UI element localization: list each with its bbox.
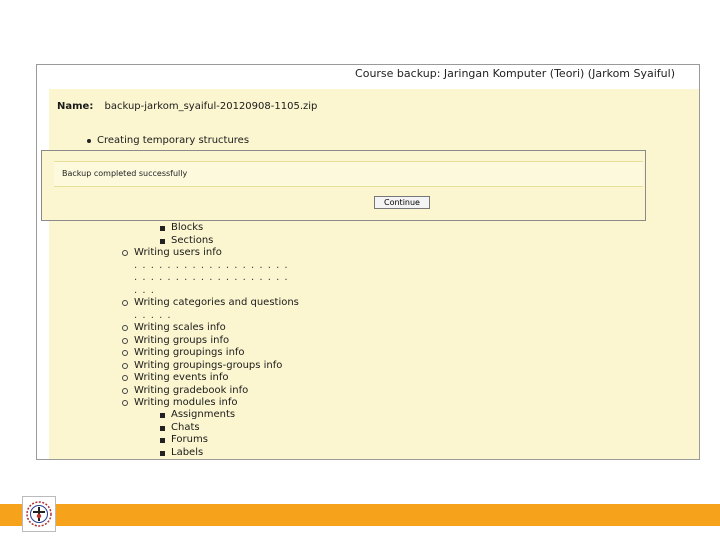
list-item: Chats xyxy=(160,422,235,435)
list-item: Blocks xyxy=(160,222,213,235)
list-item: Writing groupings info xyxy=(122,347,299,360)
progress-dots: . . . xyxy=(134,284,155,296)
name-label: Name: xyxy=(57,101,94,112)
progress-dots: . . . . . . . . . . . . . . . . . . . xyxy=(134,259,289,271)
square-bullet-icon xyxy=(160,226,165,231)
page-title: Course backup: Jaringan Komputer (Teori)… xyxy=(355,67,675,80)
list-item: Writing categories and questions xyxy=(122,297,299,310)
backup-name-row: Name: backup-jarkom_syaiful-20120908-110… xyxy=(57,101,317,112)
circle-bullet-icon xyxy=(122,300,128,306)
list-item: Forums xyxy=(160,434,235,447)
circle-bullet-icon xyxy=(122,337,128,344)
progress-dots: . . . . . xyxy=(134,309,172,321)
list-item: Assignments xyxy=(160,409,235,422)
block-step-list: Blocks Sections xyxy=(160,222,213,248)
circle-bullet-icon xyxy=(122,375,128,381)
square-bullet-icon xyxy=(160,425,165,431)
backup-file-name: backup-jarkom_syaiful-20120908-1105.zip xyxy=(104,101,318,112)
status-message-box: Backup completed successfully xyxy=(54,161,643,187)
footer-bar xyxy=(0,504,720,526)
list-item: Writing gradebook info xyxy=(122,385,299,398)
university-seal-icon xyxy=(22,496,56,532)
backup-panel: Name: backup-jarkom_syaiful-20120908-110… xyxy=(49,89,699,459)
circle-bullet-icon xyxy=(122,250,128,256)
circle-bullet-icon xyxy=(122,387,128,394)
writing-step-list: Writing users info . . . . . . . . . . .… xyxy=(122,247,299,410)
screenshot-frame: Course backup: Jaringan Komputer (Teori)… xyxy=(36,64,700,460)
progress-dots: . . . . . . . . . . . . . . . . . . . xyxy=(134,272,289,283)
module-step-list: Assignments Chats Forums Labels xyxy=(160,409,235,460)
list-item: Labels xyxy=(160,447,235,460)
top-step-list: Creating temporary structures xyxy=(87,135,249,148)
list-item: Creating temporary structures xyxy=(87,135,249,148)
circle-bullet-icon xyxy=(122,362,128,369)
continue-button[interactable]: Continue xyxy=(374,196,430,209)
list-item: Writing groups info xyxy=(122,335,299,348)
circle-bullet-icon xyxy=(122,400,128,406)
list-item: Writing scales info xyxy=(122,322,299,335)
list-item: Writing groupings-groups info xyxy=(122,360,299,373)
backup-complete-dialog: Backup completed successfully Continue xyxy=(41,150,646,221)
square-bullet-icon xyxy=(160,238,165,244)
disc-bullet-icon xyxy=(87,139,91,143)
square-bullet-icon xyxy=(160,413,165,418)
list-item: Writing users info xyxy=(122,247,299,260)
square-bullet-icon xyxy=(160,450,165,456)
status-message: Backup completed successfully xyxy=(62,169,188,178)
circle-bullet-icon xyxy=(122,325,128,331)
list-item: Writing events info xyxy=(122,372,299,385)
list-item: Writing modules info xyxy=(122,397,299,410)
list-item: Sections xyxy=(160,235,213,248)
circle-bullet-icon xyxy=(122,350,128,356)
square-bullet-icon xyxy=(160,438,165,443)
